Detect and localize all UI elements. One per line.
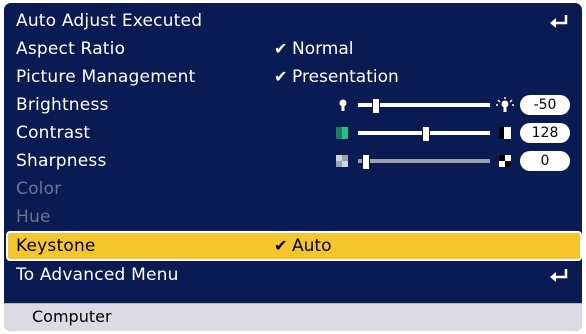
menu-item-label: Auto Adjust Executed [16, 11, 203, 31]
menu-item-color: Color [4, 175, 582, 203]
aspect-ratio-value: Normal [292, 39, 354, 59]
brightness-slider-thumb[interactable] [372, 98, 380, 114]
enter-icon [550, 269, 568, 282]
bright-bulb-icon [496, 97, 514, 112]
menu-item-hue: Hue [4, 203, 582, 231]
menu-item-label: Aspect Ratio [16, 39, 126, 59]
sharpness-slider-track[interactable] [358, 159, 490, 163]
menu-item-auto-adjust[interactable]: Auto Adjust Executed [4, 7, 582, 35]
contrast-slider-thumb[interactable] [422, 126, 430, 142]
input-source-label: Computer [32, 307, 112, 326]
menu-item-label: Keystone [16, 236, 96, 256]
menu-item-label: Picture Management [16, 67, 196, 87]
dim-bulb-icon [339, 99, 347, 111]
menu-item-brightness[interactable]: Brightness -50 [4, 91, 582, 119]
menu-item-label: Contrast [16, 123, 91, 143]
sharp-icon [499, 155, 511, 167]
checkmark-icon: ✔ [274, 39, 288, 58]
contrast-value: 128 [520, 123, 570, 143]
menu-item-label: To Advanced Menu [16, 265, 179, 285]
menu-item-label: Brightness [16, 95, 109, 115]
brightness-value: -50 [520, 95, 570, 115]
menu-item-advanced-menu[interactable]: To Advanced Menu [4, 261, 582, 289]
menu-item-label: Hue [16, 207, 51, 227]
sharpness-value: 0 [520, 151, 570, 171]
menu-item-label: Color [16, 179, 62, 199]
high-contrast-icon [499, 127, 511, 139]
sharpness-slider-thumb[interactable] [362, 154, 370, 170]
low-contrast-icon [336, 127, 348, 139]
menu-item-contrast[interactable]: Contrast 128 [4, 119, 582, 147]
enter-icon [550, 15, 568, 28]
checkmark-icon: ✔ [274, 67, 288, 86]
soft-icon [336, 155, 348, 167]
menu-item-aspect-ratio[interactable]: Aspect Ratio ✔ Normal [4, 35, 582, 63]
projector-menu: Auto Adjust Executed Aspect Ratio ✔ Norma… [4, 3, 582, 331]
menu-item-label: Sharpness [16, 151, 107, 171]
checkmark-icon: ✔ [274, 236, 288, 255]
menu-item-picture-management[interactable]: Picture Management ✔ Presentation [4, 63, 582, 91]
menu-item-sharpness[interactable]: Sharpness 0 [4, 147, 582, 175]
source-status-bar: Computer [4, 303, 582, 331]
keystone-value: Auto [292, 236, 332, 256]
menu-item-keystone[interactable]: Keystone ✔ Auto [6, 231, 582, 261]
picture-management-value: Presentation [292, 67, 399, 87]
